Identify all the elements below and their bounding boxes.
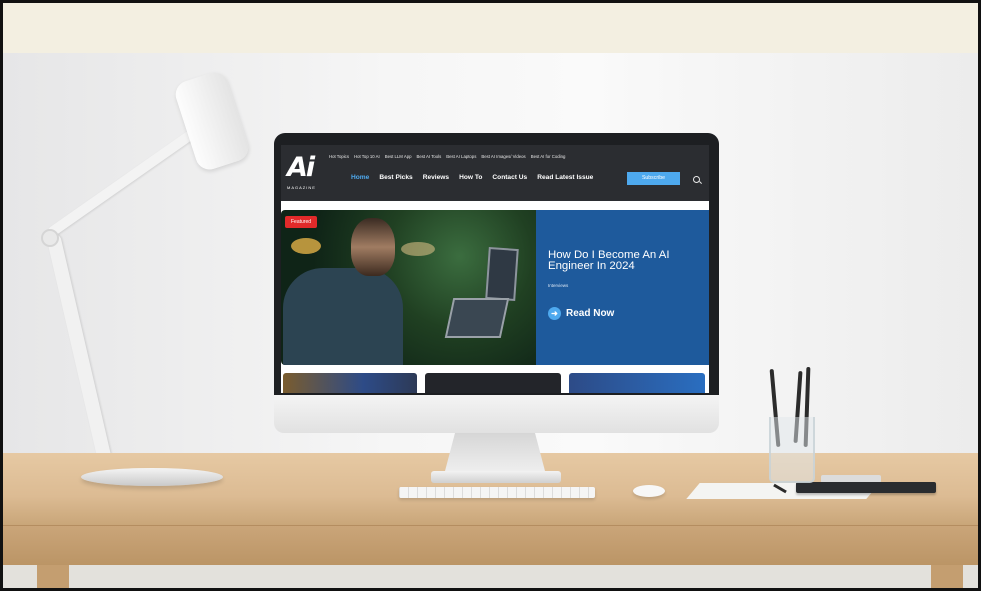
nav-contact-us[interactable]: Contact Us <box>492 174 527 181</box>
laptop <box>444 298 510 338</box>
arrow-right-circle-icon: ➜ <box>548 307 561 320</box>
desk-leg-left <box>37 565 69 588</box>
featured-badge: Featured <box>285 216 318 228</box>
nav-read-latest-issue[interactable]: Read Latest Issue <box>537 174 593 181</box>
top-band <box>3 3 978 53</box>
notebook <box>796 482 936 493</box>
site-header: Ai MAGAZINE Hot Topics Hot Top 10 AI Bes… <box>281 145 709 201</box>
scene-frame: Ai MAGAZINE Hot Topics Hot Top 10 AI Bes… <box>0 0 981 591</box>
lamp-joint <box>41 229 59 247</box>
desk-edge <box>3 525 978 565</box>
article-thumbnail[interactable] <box>569 373 705 393</box>
read-now-label: Read Now <box>566 308 615 319</box>
nav-best-picks[interactable]: Best Picks <box>379 174 412 181</box>
person-head <box>351 218 395 276</box>
nav-reviews[interactable]: Reviews <box>423 174 449 181</box>
monitor-bezel: Ai MAGAZINE Hot Topics Hot Top 10 AI Bes… <box>274 133 719 395</box>
site-logo-subtext: MAGAZINE <box>287 185 316 190</box>
featured-title[interactable]: How Do I Become An AI Engineer In 2024 <box>548 249 698 272</box>
top-link-best-llm-app[interactable]: Best LLM App <box>385 154 412 159</box>
top-link-hot-topics[interactable]: Hot Topics <box>329 154 349 159</box>
monitor-stand-foot <box>431 471 561 483</box>
read-now-button[interactable]: ➜ Read Now <box>548 307 614 320</box>
secondary-screen <box>485 247 519 301</box>
article-thumbnail[interactable] <box>425 373 561 393</box>
site-logo[interactable]: Ai <box>287 153 321 187</box>
person-figure <box>283 268 403 365</box>
search-icon[interactable] <box>693 176 700 183</box>
lamp-base <box>81 468 223 486</box>
subscribe-button[interactable]: Subscribe <box>627 172 680 185</box>
desk-leg-right <box>931 565 963 588</box>
featured-image[interactable]: Featured <box>281 210 536 365</box>
monitor-screen: Ai MAGAZINE Hot Topics Hot Top 10 AI Bes… <box>281 145 709 393</box>
top-links-bar: Hot Topics Hot Top 10 AI Best LLM App Be… <box>329 154 565 159</box>
mouse <box>633 485 665 497</box>
monitor-chin <box>274 395 719 433</box>
pencil-cup <box>769 417 815 483</box>
top-link-hot-top-10-ai[interactable]: Hot Top 10 AI <box>354 154 380 159</box>
monitor-stand-neck <box>445 433 545 471</box>
top-link-best-ai-for-coding[interactable]: Best AI for Coding <box>531 154 566 159</box>
keyboard <box>399 487 595 498</box>
floor-under-desk <box>3 565 978 588</box>
featured-panel: How Do I Become An AI Engineer In 2024 I… <box>536 210 709 365</box>
top-link-best-ai-images-videos[interactable]: Best AI Images/ Videos <box>481 154 525 159</box>
article-thumbnails <box>281 373 709 393</box>
featured-category[interactable]: Interviews <box>548 283 568 288</box>
top-link-best-ai-tools[interactable]: Best AI Tools <box>416 154 441 159</box>
top-link-best-ai-laptops[interactable]: Best AI Laptops <box>446 154 476 159</box>
main-nav: Home Best Picks Reviews How To Contact U… <box>351 174 593 181</box>
lamp-glow <box>401 242 435 256</box>
nav-home[interactable]: Home <box>351 174 369 181</box>
lamp-glow <box>291 238 321 254</box>
monitor: Ai MAGAZINE Hot Topics Hot Top 10 AI Bes… <box>274 133 719 433</box>
nav-how-to[interactable]: How To <box>459 174 482 181</box>
article-thumbnail[interactable] <box>283 373 417 393</box>
